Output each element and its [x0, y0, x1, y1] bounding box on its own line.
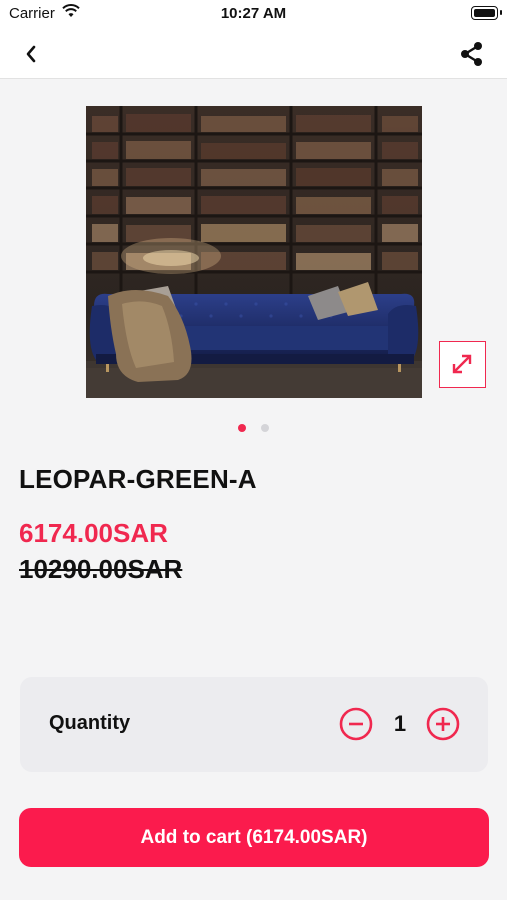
decrease-quantity-button[interactable]: [338, 706, 374, 742]
increase-quantity-button[interactable]: [425, 706, 461, 742]
expand-image-button[interactable]: [439, 341, 486, 388]
product-title: LEOPAR-GREEN-A: [19, 464, 257, 494]
minus-circle-icon: [339, 707, 373, 741]
battery-tip: [500, 10, 502, 15]
battery-icon: [471, 6, 498, 20]
chevron-left-icon: [26, 45, 36, 63]
navigation-bar: [0, 30, 507, 79]
add-to-cart-button[interactable]: Add to cart (6174.00SAR): [19, 808, 489, 867]
pager-dot-active[interactable]: [238, 424, 247, 432]
sale-price: 6174.00SAR: [19, 518, 168, 548]
original-price: 10290.00SAR: [19, 554, 183, 584]
plus-circle-icon: [426, 707, 460, 741]
product-image[interactable]: [86, 106, 422, 398]
quantity-card: Quantity 1: [20, 677, 488, 772]
share-icon: [461, 42, 482, 66]
sofa-photo: [86, 106, 422, 398]
back-button[interactable]: [18, 40, 46, 68]
clock: 10:27 AM: [220, 5, 287, 22]
expand-arrows-icon: [452, 354, 472, 374]
quantity-label: Quantity: [49, 712, 131, 734]
share-button[interactable]: [457, 39, 487, 69]
quantity-value: 1: [393, 711, 407, 736]
image-pager: [0, 419, 507, 437]
status-bar: Carrier 10:27 AM: [0, 0, 507, 30]
pager-dot[interactable]: [260, 424, 269, 432]
